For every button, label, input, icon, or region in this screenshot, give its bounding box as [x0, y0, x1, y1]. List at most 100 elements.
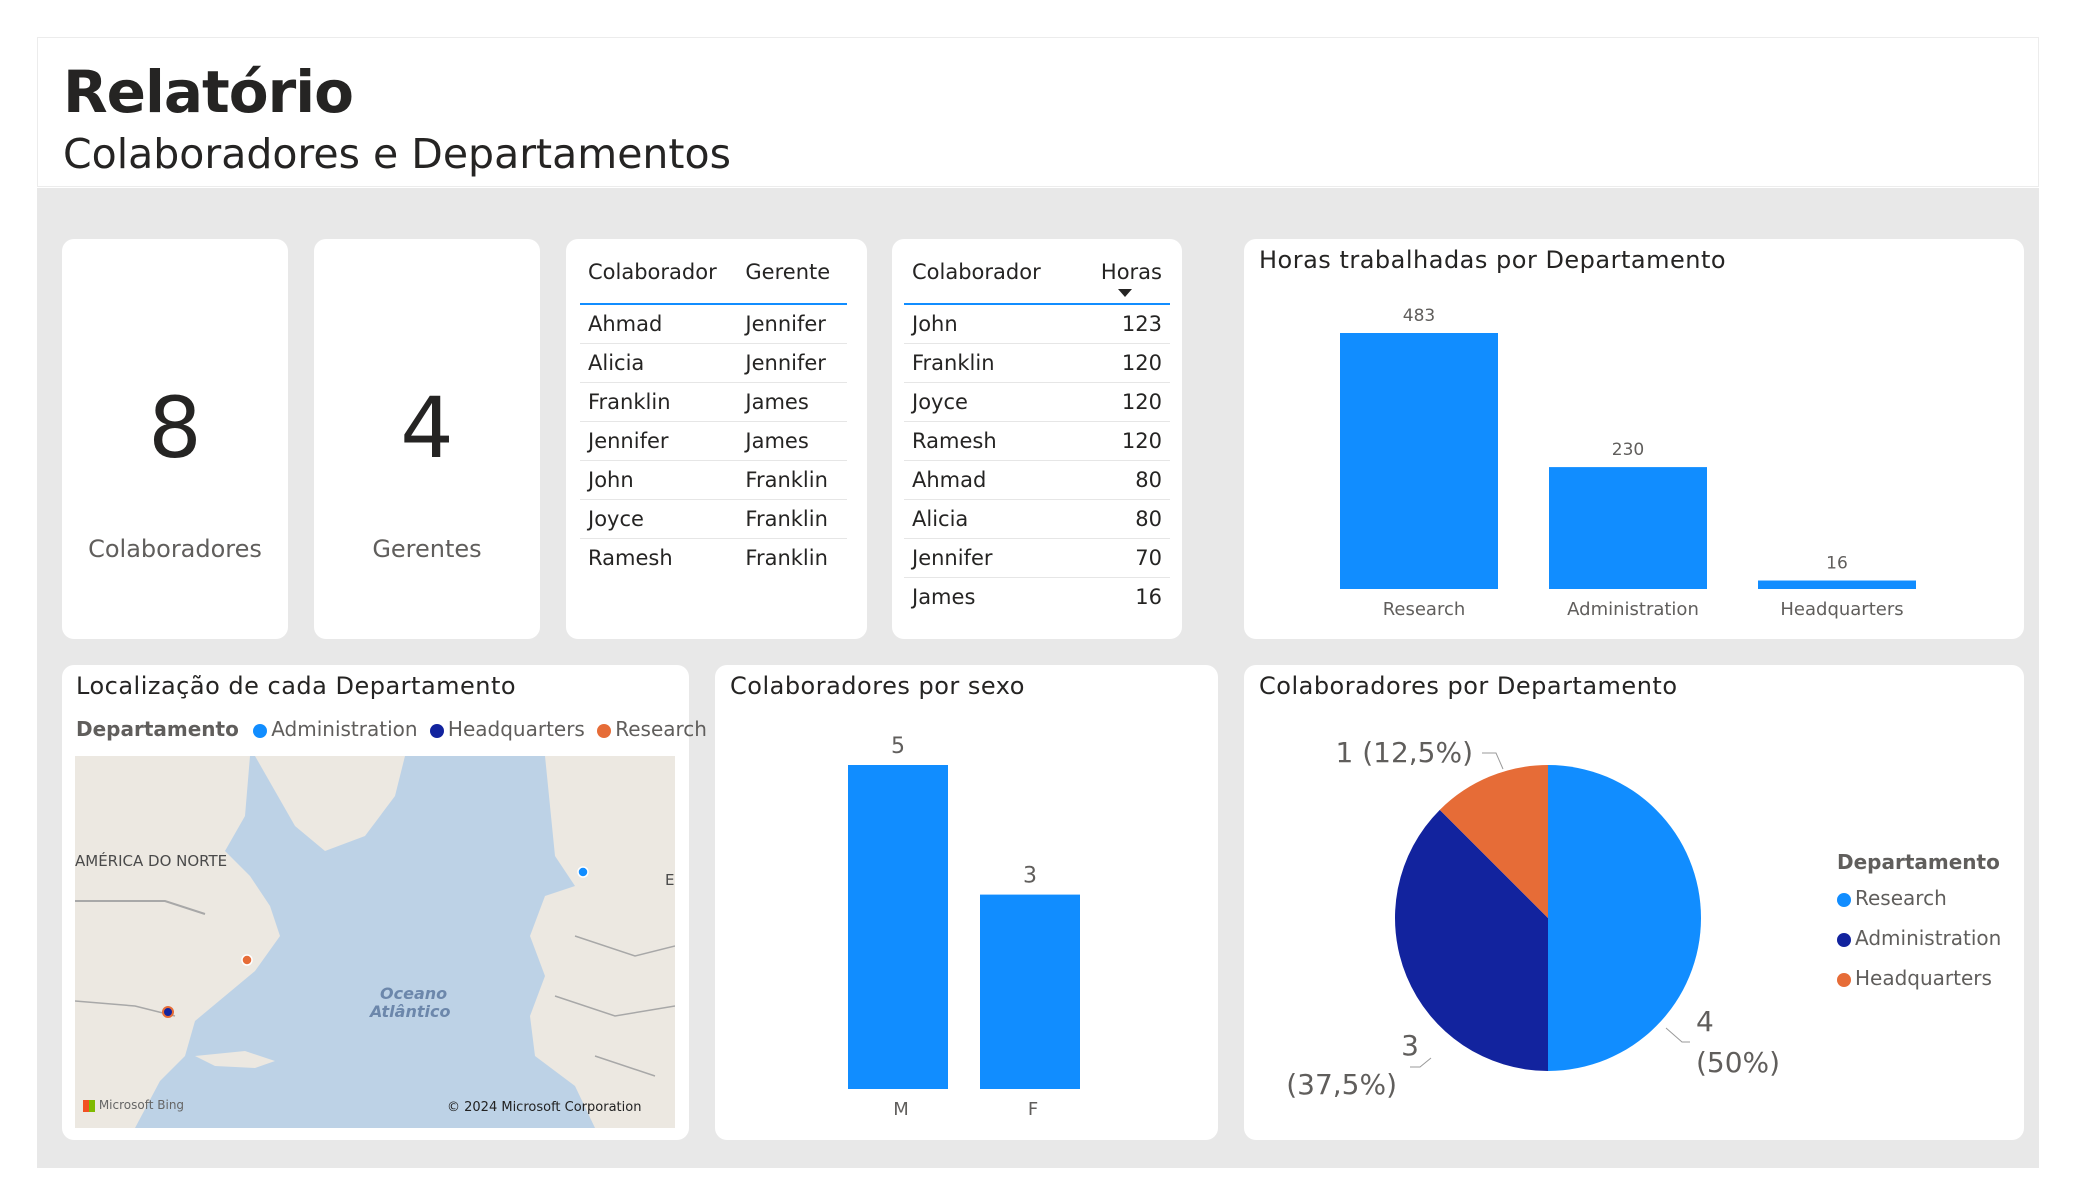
table-row[interactable]: John 123 — [904, 304, 1170, 344]
table-cell: 120 — [1077, 382, 1170, 422]
table-cell: Ramesh — [904, 421, 1078, 461]
table-row[interactable]: Alicia 80 — [904, 499, 1170, 539]
table-row[interactable]: Ahmad 80 — [904, 460, 1170, 500]
legend-item-headquarters[interactable]: Headquarters — [1837, 958, 2001, 998]
table-row[interactable]: Ahmad Jennifer — [580, 304, 847, 344]
table-row[interactable]: Franklin 120 — [904, 343, 1170, 383]
map-background — [75, 756, 675, 1128]
table-row[interactable]: Ramesh 120 — [904, 421, 1170, 461]
north-america-landmass — [75, 756, 280, 1128]
hours-table: Colaborador Horas John 123 Franklin 120 Joyc… — [904, 241, 1170, 616]
table-card-managers[interactable]: Colaborador Gerente Ahmad Jennifer Alicia J… — [566, 239, 867, 639]
pie-label-headquarters: 1 (12,5%) — [1335, 736, 1473, 769]
column-header-horas[interactable]: Horas — [1077, 241, 1170, 305]
table-cell: Jennifer — [737, 343, 847, 383]
map-marker-headquarters — [162, 1006, 174, 1018]
table-cell: Franklin — [737, 460, 847, 500]
table-cell: James — [737, 421, 847, 461]
legend-dot-icon — [1837, 972, 1851, 987]
bar-f[interactable] — [980, 894, 1080, 1089]
table-row[interactable]: John Franklin — [580, 460, 847, 500]
table-row[interactable]: Jennifer James — [580, 421, 847, 461]
table-row[interactable]: Alicia Jennifer — [580, 343, 847, 383]
table-cell: Alicia — [904, 499, 1078, 539]
managers-table: Colaborador Gerente Ahmad Jennifer Alicia J… — [580, 241, 847, 577]
category-label: Administration — [1567, 599, 1699, 620]
legend-title: Departamento — [76, 717, 239, 741]
sort-descending-icon[interactable] — [1118, 289, 1132, 297]
legend-item-administration[interactable]: Administration — [1837, 918, 2001, 958]
table-cell: Franklin — [737, 499, 847, 539]
bar-administration[interactable] — [1549, 467, 1707, 589]
bar-headquarters[interactable] — [1758, 580, 1916, 589]
data-label: 230 — [1612, 440, 1644, 460]
column-header-horas-label: Horas — [1100, 260, 1162, 284]
table-cell: 123 — [1077, 304, 1170, 344]
chart-card-department-pie[interactable]: Colaboradores por Departamento 4 (50%) 3 (3… — [1244, 665, 2024, 1140]
table-cell: Joyce — [580, 499, 738, 539]
legend-item-research[interactable]: Research — [597, 717, 707, 741]
table-cell: 120 — [1077, 421, 1170, 461]
pie-label-administration-pct: (37,5%) — [1286, 1068, 1397, 1101]
table-cell: 120 — [1077, 343, 1170, 383]
table-row[interactable]: Ramesh Franklin — [580, 539, 847, 578]
table-cell: John — [904, 304, 1078, 344]
legend-item-administration[interactable]: Administration — [253, 717, 418, 741]
legend-item-headquarters[interactable]: Headquarters — [429, 717, 585, 741]
pie-legend: Departamento Research Administration Hea… — [1837, 846, 2001, 998]
leader-line — [1665, 1027, 1690, 1043]
legend-item-research[interactable]: Research — [1837, 878, 2001, 918]
table-cell: 80 — [1077, 460, 1170, 500]
column-header-colaborador[interactable]: Colaborador — [904, 241, 1078, 305]
hours-bar-chart: 483 Research 230 Administration 16 Headquarte… — [1340, 306, 1916, 620]
table-cell: Jennifer — [580, 421, 738, 461]
chart-card-hours-by-department[interactable]: Horas trabalhadas por Departamento 483 Re… — [1244, 239, 2024, 639]
column-header-colaborador[interactable]: Colaborador — [580, 241, 738, 305]
table-cell: 80 — [1077, 499, 1170, 539]
map-viewport[interactable]: AMÉRICA DO NORTE Oceano Atlântico E Micr… — [75, 756, 675, 1128]
table-cell: 16 — [1135, 585, 1162, 609]
table-card-hours[interactable]: Colaborador Horas John 123 Franklin 120 Joyc… — [892, 239, 1182, 639]
greenland-landmass — [255, 756, 405, 851]
table-row[interactable]: Jennifer 70 — [904, 538, 1170, 578]
kpi-card-colaboradores[interactable]: 8 Colaboradores — [62, 239, 288, 639]
caribbean-landmass — [195, 1051, 275, 1068]
table-cell: Ramesh — [588, 546, 673, 570]
legend-dot-icon — [597, 723, 612, 738]
legend-dot-icon — [253, 723, 268, 738]
table-header-row: Colaborador Horas — [904, 241, 1170, 305]
table-row[interactable]: Joyce Franklin — [580, 499, 847, 539]
pie-label-administration-value: 3 — [1401, 1029, 1419, 1062]
ocean-label: Oceano — [380, 984, 448, 1003]
kpi-card-gerentes[interactable]: 4 Gerentes — [314, 239, 540, 639]
table-row[interactable]: Franklin James — [580, 382, 847, 422]
table-cell: Jennifer — [904, 538, 1078, 578]
map-marker-research — [241, 954, 253, 966]
table-cell: Franklin — [904, 343, 1078, 383]
table-cell: Franklin — [745, 546, 828, 570]
report-header: Relatório Colaboradores e Departamentos — [37, 37, 2039, 187]
map-legend: Departamento Administration Headquarters… — [76, 717, 707, 741]
bar-m[interactable] — [848, 765, 948, 1089]
category-label: Research — [1383, 599, 1466, 620]
column-header-gerente[interactable]: Gerente — [737, 241, 847, 305]
chart-title: Localização de cada Departamento — [76, 672, 517, 700]
report-canvas: 8 Colaboradores 4 Gerentes Colaborador G… — [37, 188, 2039, 1168]
map-marker-administration — [577, 866, 589, 878]
pie-label-research-value: 4 — [1696, 1005, 1714, 1038]
table-cell: James — [912, 585, 976, 609]
chart-card-gender[interactable]: Colaboradores por sexo 5M3F — [715, 665, 1218, 1140]
page-subtitle: Colaboradores e Departamentos — [63, 130, 731, 178]
table-cell: John — [580, 460, 738, 500]
data-label: 5 — [891, 734, 905, 759]
category-label: F — [1028, 1099, 1038, 1120]
table-cell: James — [737, 382, 847, 422]
table-cell: 70 — [1077, 538, 1170, 578]
pie-slice-research[interactable] — [1548, 765, 1701, 1071]
bar-research[interactable] — [1340, 333, 1498, 589]
map-card[interactable]: Localização de cada Departamento Departa… — [62, 665, 707, 1140]
table-row[interactable]: James 16 — [904, 578, 1170, 617]
legend-dot-icon — [1837, 892, 1851, 907]
table-row[interactable]: Joyce 120 — [904, 382, 1170, 422]
gender-bar-chart: 5 M 3 F — [848, 734, 1080, 1120]
